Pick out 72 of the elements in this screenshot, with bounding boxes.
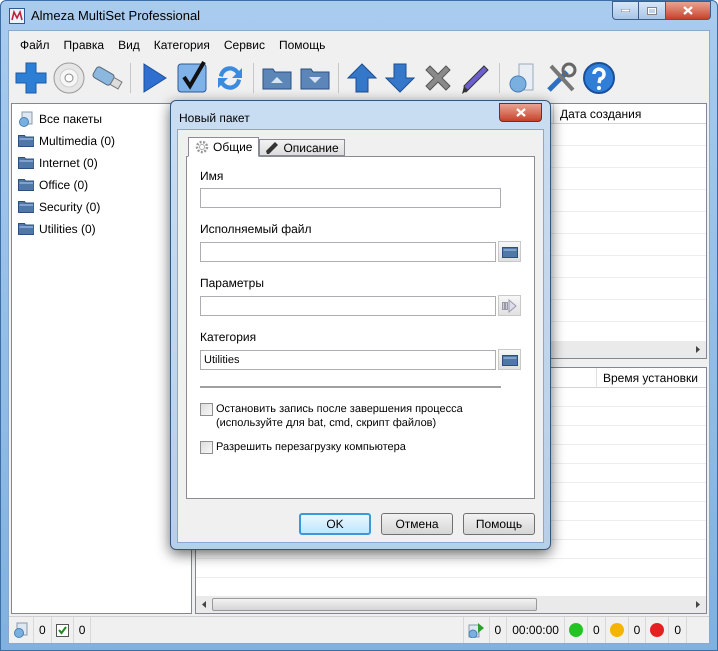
column-header[interactable]: Дата создания [553,104,648,123]
arrow-icon [502,298,518,312]
status-value: 0 [669,617,687,643]
dialog-button[interactable]: Отмена [381,513,453,535]
menu-item[interactable]: Помощь [272,36,332,54]
checkbox-icon [56,624,69,636]
input-field[interactable] [200,188,501,208]
close-icon [683,6,693,15]
close-icon [516,108,526,117]
disc-icon[interactable] [51,60,87,96]
scroll-right-icon[interactable] [696,601,700,608]
scrollbar-thumb[interactable] [212,598,537,611]
tree-item[interactable]: Utilities (0) [39,220,96,238]
tree-item[interactable]: Office (0) [39,176,88,194]
minimize-button[interactable] [612,1,639,20]
menu-item[interactable]: Файл [13,36,57,54]
folder-icon [502,352,518,366]
minimize-icon [621,9,630,12]
tree-item[interactable]: Все пакеты [39,110,102,128]
status-value: 0 [34,617,52,643]
status-value: 0 [588,617,606,643]
folder-icon [18,177,34,193]
folder-icon [18,133,34,149]
field-label: Категория [200,329,258,343]
tree-item[interactable]: Multimedia (0) [39,132,116,150]
folder-icon [502,244,518,258]
packages-icon [18,111,34,127]
gear-icon [195,140,209,154]
packages-icon [13,622,29,638]
close-button[interactable] [499,103,542,122]
run-icon [468,622,485,638]
app-logo-icon [9,8,25,24]
tab[interactable]: Описание [259,139,345,156]
tab[interactable]: Общие [188,137,260,157]
status-value: 00:00:00 [507,617,565,643]
checkbox[interactable] [200,403,213,416]
plus-icon[interactable] [13,60,49,96]
window-title: Almeza MultiSet Professional [31,6,200,25]
folder-icon [18,155,34,171]
field-label: Параметры [200,275,265,289]
menu-item[interactable]: Сервис [216,36,272,54]
column-header[interactable]: Время установки [596,368,704,387]
dialog-title: Новый пакет [179,110,250,127]
horizontal-scrollbar[interactable] [196,596,706,613]
input-field[interactable]: Utilities [200,350,496,370]
field-label: Имя [200,168,224,182]
folder-icon [18,199,34,215]
help-icon[interactable] [581,60,617,96]
status-value: 0 [490,617,508,643]
menu-item[interactable]: Категория [146,36,217,54]
checkbox-label: Остановить запись после завершения процесса (используйте для bat, cmd, скрипт файлов) [216,402,463,430]
scroll-right-icon[interactable] [696,346,700,353]
menu-item[interactable]: Вид [111,36,147,54]
checkbox-label: Разрешить перезагрузку компьютера [216,440,406,454]
browse-button[interactable] [498,241,521,262]
maximize-button[interactable] [639,1,665,20]
checkbox[interactable] [200,441,213,454]
input-field[interactable] [200,242,496,262]
dialog-button[interactable]: Помощь [463,513,535,535]
close-button[interactable] [665,1,711,20]
scroll-left-icon[interactable] [202,601,206,608]
menu-item[interactable]: Правка [56,36,112,54]
folder-icon [18,221,34,237]
maximize-icon [647,6,657,14]
status-value: 0 [628,617,646,643]
input-field[interactable] [200,296,496,316]
tree-item[interactable]: Security (0) [39,198,100,216]
browse-button[interactable] [498,349,521,370]
status-value: 0 [74,617,92,643]
dialog-button[interactable]: OK [299,513,371,535]
field-label: Исполняемый файл [200,221,312,235]
tree-item[interactable]: Internet (0) [39,154,98,172]
